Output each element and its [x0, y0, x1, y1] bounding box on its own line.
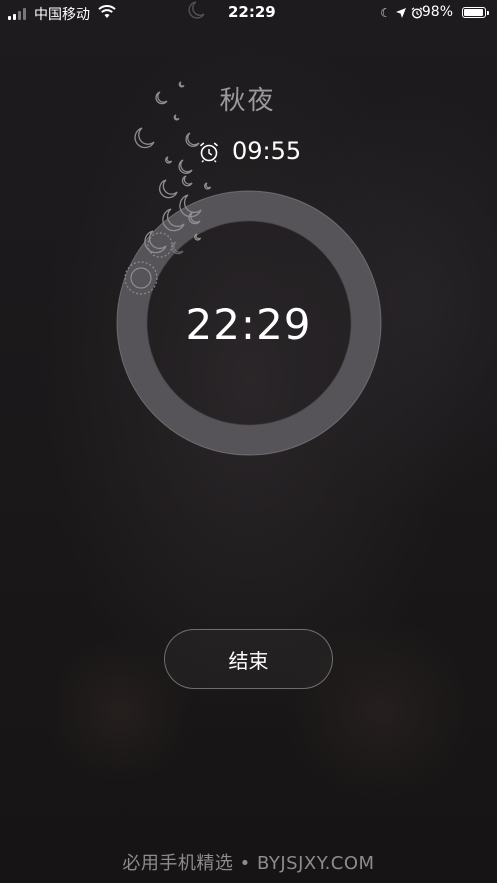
watermark: 必用手机精选 • BYJSJXY.COM — [122, 853, 375, 874]
battery-icon — [462, 7, 489, 18]
alarm-clock-icon — [199, 142, 219, 163]
end-button[interactable]: 结束 — [164, 629, 333, 689]
status-clock: 22:29 — [228, 3, 276, 21]
current-time: 22:29 — [185, 300, 312, 349]
battery-percent: 98% — [421, 4, 453, 20]
location-icon — [396, 8, 406, 18]
sleep-title: 秋夜 — [219, 86, 276, 116]
status-bar: 中国移动 22:29 ☾ 98% — [0, 0, 497, 26]
wifi-icon — [98, 5, 116, 18]
signal-icon — [8, 8, 30, 20]
carrier-name: 中国移动 — [34, 7, 90, 23]
alarm-time: 09:55 — [232, 137, 302, 165]
moon-icon: ☾ — [380, 6, 391, 20]
status-right-group: ☾ 98% — [359, 4, 489, 22]
